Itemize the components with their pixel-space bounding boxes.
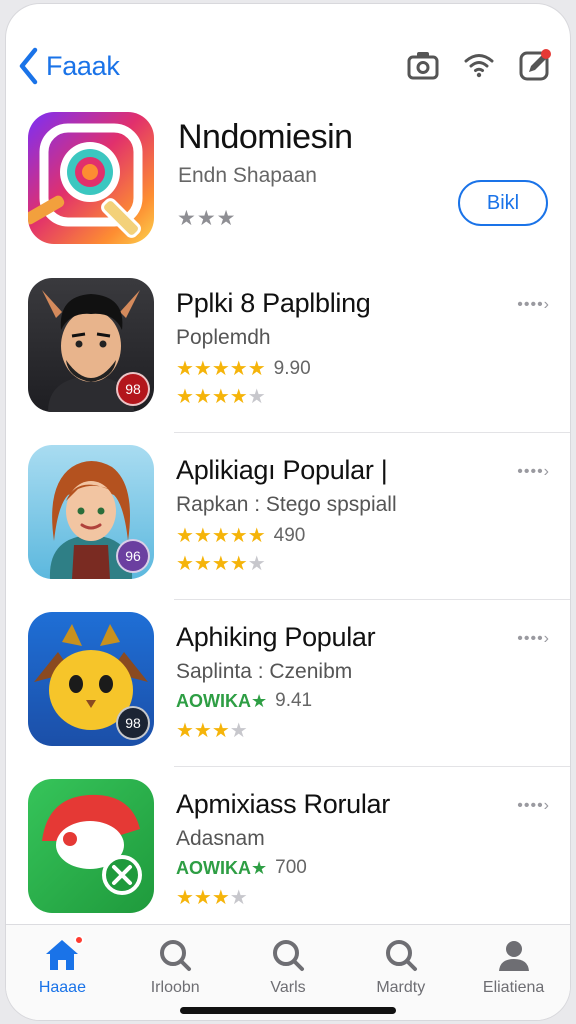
camera-icon[interactable] [406,48,440,82]
rating-value: 490 [273,524,306,546]
app-list: 98 Pplki 8 Paplbling Poplemdh ★★★★★ 9.90… [6,266,570,934]
tab-label: Irloobn [150,979,200,996]
secondary-stars-empty: ★ [247,553,266,575]
search-icon [268,935,308,975]
app-title: Aplikiagı Popular | [176,455,388,485]
rating-value: 9.90 [273,357,311,379]
app-title: Apmixiass Rorular [176,789,390,819]
secondary-stars: ★★★★ [176,386,248,408]
home-indicator [180,1007,396,1014]
profile-icon [494,935,534,975]
featured-app[interactable]: Nndomiesin Endn Shapaan ★★★ Bikl [6,110,570,250]
secondary-stars: ★★★★ [176,553,248,575]
app-rating: ★★★★★ 9.90 [176,356,311,381]
app-title: Pplki 8 Paplbling [176,288,371,318]
secondary-stars-empty: ★ [229,720,248,742]
tab-search-2[interactable]: Varls [232,925,345,1020]
more-options-button[interactable]: ••••› [517,630,550,648]
back-button[interactable]: Faaak [16,46,120,86]
app-subtitle: Adasnam [176,827,265,850]
secondary-stars: ★★★ [176,887,230,909]
app-title: Aphiking Popular [176,622,376,652]
secondary-rating: ★★★★★ [176,384,266,409]
tab-search-1[interactable]: Irloobn [119,925,232,1020]
tab-profile[interactable]: Eliatiena [457,925,570,1020]
tab-search-3[interactable]: Mardty [344,925,457,1020]
app-rating: AOWIKA★ 9.41 [176,690,312,712]
list-item[interactable]: 96 Aplikiagı Popular | Rapkan : Stego sp… [6,433,570,600]
secondary-stars: ★★★ [176,720,230,742]
list-item[interactable]: 98 Aphiking Popular Saplinta : Czenibm A… [6,600,570,767]
tab-label: Eliatiena [482,979,545,996]
app-badge: 98 [116,372,150,406]
app-subtitle: Saplinta : Czenibm [176,660,353,683]
tab-label: Mardty [376,979,426,996]
tab-label: Haaae [38,979,86,996]
app-icon [28,779,154,913]
featured-app-rating: ★★★ [177,207,237,230]
phone-screen: Faaak Nndomiesin Endn Shapaan ★★★ Bikl 9… [6,4,570,1020]
tab-home[interactable]: Haaae [6,925,119,1020]
search-icon [155,935,195,975]
tab-bar: Haaae Irloobn Varls Mardty Eliatiena [6,924,570,1020]
list-item[interactable]: Apmixiass Rorular Adasnam AOWIKA★ 700 ★★… [6,767,570,934]
secondary-rating: ★★★★★ [176,551,266,576]
app-icon: 98 [28,278,154,412]
app-badge: 96 [116,539,150,573]
secondary-stars-empty: ★ [247,386,266,408]
back-label: Faaak [46,50,120,81]
app-icon: 98 [28,612,154,746]
rating-stars: AOWIKA★ [176,690,268,711]
app-subtitle: Poplemdh [176,326,271,349]
more-options-button[interactable]: ••••› [517,797,550,815]
chevron-left-icon [19,47,38,85]
app-subtitle: Rapkan : Stego spspiall [176,493,397,516]
rating-stars: AOWIKA★ [176,857,268,878]
get-button[interactable]: Bikl [458,180,548,226]
top-bar: Faaak [6,44,570,94]
more-options-button[interactable]: ••••› [517,463,550,481]
rating-stars: ★★★★★ [176,525,266,547]
featured-app-title: Nndomiesin [178,118,353,156]
secondary-rating: ★★★★ [176,885,248,910]
app-rating: AOWIKA★ 700 [176,857,307,879]
app-rating: ★★★★★ 490 [176,523,305,548]
featured-app-subtitle: Endn Shapaan [178,164,317,187]
wifi-icon[interactable] [462,48,496,82]
app-icon: 96 [28,445,154,579]
more-options-button[interactable]: ••••› [517,296,550,314]
featured-app-icon [28,112,154,244]
secondary-stars-empty: ★ [229,887,248,909]
app-badge: 98 [116,706,150,740]
edit-icon[interactable] [518,48,552,82]
rating-stars: ★★★★★ [176,358,266,380]
secondary-rating: ★★★★ [176,718,248,743]
search-icon [381,935,421,975]
notification-dot [74,935,84,945]
list-item[interactable]: 98 Pplki 8 Paplbling Poplemdh ★★★★★ 9.90… [6,266,570,433]
rating-value: 9.41 [275,690,313,711]
rating-value: 700 [275,857,307,878]
tab-label: Varls [270,979,306,996]
